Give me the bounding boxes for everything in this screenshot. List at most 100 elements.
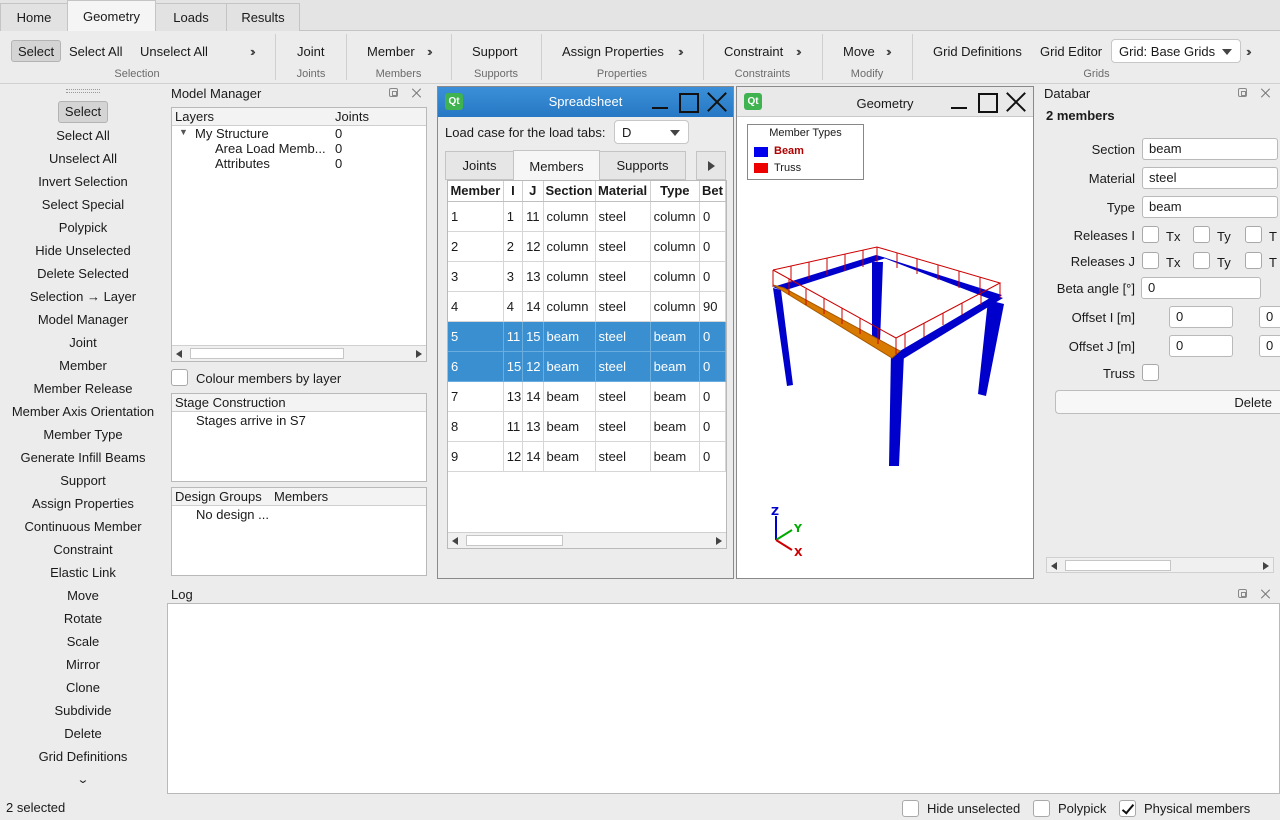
select-button[interactable]: Select [11,40,62,62]
table-cell[interactable]: beam [543,441,596,472]
arrow-left-icon[interactable] [452,537,458,545]
grid-select-dropdown[interactable]: Grid: Base Grids [1111,39,1241,63]
table-row[interactable]: 5 11 15 beam steel beam 0 [448,321,726,352]
tool-clone-button[interactable]: Clone [0,680,166,695]
more-chevron-icon[interactable]: ›› [796,40,801,62]
offset-i-input[interactable]: 0 [1169,306,1233,328]
table-cell[interactable]: 5 [448,321,504,352]
toolbar-grip-handle[interactable] [66,89,100,93]
tool-invert-selection-button[interactable]: Invert Selection [0,174,166,189]
table-cell[interactable]: 2 [503,231,524,262]
offset-j-second-input[interactable]: 0 [1259,335,1280,357]
table-cell[interactable]: 0 [699,201,726,232]
table-cell[interactable]: 8 [448,411,504,442]
grid-editor-button[interactable]: Grid Editor [1040,40,1102,62]
arrow-right-icon[interactable] [416,350,422,358]
table-cell[interactable]: 11 [522,201,544,232]
column-member[interactable] [978,300,1004,396]
table-cell[interactable]: steel [595,441,651,472]
table-cell[interactable]: column [543,261,596,292]
tab-scroll-right-button[interactable] [696,151,726,180]
table-cell[interactable]: steel [595,231,651,262]
geometry-titlebar[interactable]: Qt Geometry [737,87,1033,117]
offset-i-second-input[interactable]: 0 [1259,306,1280,328]
arrow-right-icon[interactable] [1263,562,1269,570]
list-item[interactable]: No design ... [196,507,269,522]
horizontal-scrollbar[interactable] [1046,557,1274,573]
tool-elastic-link-button[interactable]: Elastic Link [0,565,166,580]
release-i-tz-checkbox[interactable] [1245,226,1262,243]
table-cell[interactable]: 13 [522,261,544,292]
close-icon[interactable] [1261,88,1271,98]
table-cell[interactable]: steel [595,411,651,442]
tool-rotate-button[interactable]: Rotate [0,611,166,626]
table-cell[interactable]: 13 [503,381,524,412]
table-cell[interactable]: 11 [503,321,524,352]
hide-unselected-checkbox[interactable] [902,800,919,817]
list-item[interactable]: Stages arrive in S7 [196,413,306,428]
more-chevron-icon[interactable]: ›› [427,40,432,62]
design-groups-list[interactable]: Design Groups Members No design ... [171,487,427,576]
table-cell[interactable]: steel [595,291,651,322]
layers-tree[interactable]: Layers Joints ▼ My Structure 0 Area Load… [171,107,427,362]
physical-members-checkbox[interactable] [1119,800,1136,817]
section-field[interactable]: beam [1142,138,1278,160]
column-member[interactable] [773,288,793,386]
tool-delete-selected-button[interactable]: Delete Selected [0,266,166,281]
arrow-right-icon[interactable] [716,537,722,545]
table-cell[interactable]: column [543,231,596,262]
scrollbar-thumb[interactable] [466,535,563,546]
tab-geometry[interactable]: Geometry [67,0,156,31]
chevron-down-icon[interactable]: ▼ [179,127,188,137]
release-j-tz-checkbox[interactable] [1245,252,1262,269]
table-cell[interactable]: 3 [503,261,524,292]
tool-scale-button[interactable]: Scale [0,634,166,649]
colour-by-layer-checkbox[interactable] [171,369,188,386]
column-header[interactable]: Type [650,181,700,202]
table-row[interactable]: 7 13 14 beam steel beam 0 [448,381,726,412]
member-button[interactable]: Member [367,40,415,62]
table-cell[interactable]: 0 [699,441,726,472]
spreadsheet-titlebar[interactable]: Qt Spreadsheet [438,87,733,117]
horizontal-scrollbar[interactable] [448,532,726,548]
table-cell[interactable]: beam [543,411,596,442]
table-cell[interactable]: 15 [522,321,544,352]
table-cell[interactable]: beam [650,411,700,442]
tool-unselect-all-button[interactable]: Unselect All [0,151,166,166]
tool-subdivide-button[interactable]: Subdivide [0,703,166,718]
log-area[interactable] [167,603,1280,794]
table-cell[interactable]: 7 [448,381,504,412]
column-header[interactable]: Design Groups [172,488,272,506]
table-cell[interactable]: 0 [699,351,726,382]
table-cell[interactable]: beam [650,441,700,472]
column-header[interactable]: Joints [332,108,426,126]
assign-properties-button[interactable]: Assign Properties [562,40,664,62]
table-row[interactable]: 3 3 13 column steel column 0 [448,261,726,292]
support-button[interactable]: Support [472,40,518,62]
table-row[interactable]: 9 12 14 beam steel beam 0 [448,441,726,472]
material-field[interactable]: steel [1142,167,1278,189]
table-cell[interactable]: steel [595,321,651,352]
beta-angle-input[interactable]: 0 [1141,277,1261,299]
table-cell[interactable]: 14 [522,381,544,412]
table-cell[interactable]: 13 [522,411,544,442]
table-cell[interactable]: beam [650,381,700,412]
close-icon[interactable] [1004,91,1028,113]
tab-home[interactable]: Home [0,3,68,31]
table-cell[interactable]: 4 [448,291,504,322]
table-row[interactable]: 8 11 13 beam steel beam 0 [448,411,726,442]
tool-move-button[interactable]: Move [0,588,166,603]
table-cell[interactable]: column [650,231,700,262]
table-cell[interactable]: 0 [699,261,726,292]
table-cell[interactable]: 3 [448,261,504,292]
tab-results[interactable]: Results [226,3,300,31]
table-cell[interactable]: steel [595,351,651,382]
tree-item[interactable]: Attributes [215,156,270,171]
tool-grid-definitions-button[interactable]: Grid Definitions [0,749,166,764]
table-row[interactable]: 4 4 14 column steel column 90 [448,291,726,322]
table-cell[interactable]: beam [543,381,596,412]
table-cell[interactable]: 0 [699,381,726,412]
table-cell[interactable]: 12 [503,441,524,472]
table-cell[interactable]: 12 [522,231,544,262]
table-cell[interactable]: column [650,291,700,322]
